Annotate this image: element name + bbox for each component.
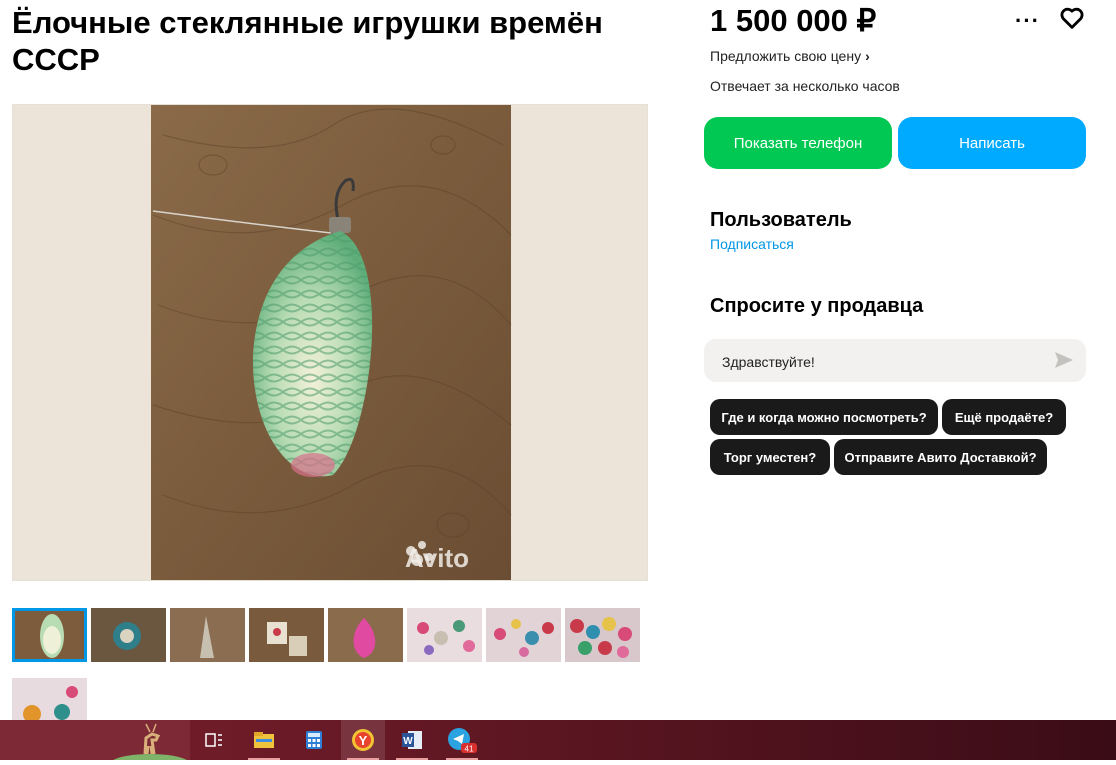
word-icon[interactable]: W — [390, 720, 434, 760]
reply-time: Отвечает за несколько часов — [710, 78, 900, 94]
seller-name[interactable]: Пользователь — [710, 209, 852, 232]
thumbnail-8[interactable] — [565, 608, 640, 662]
thumbnail-5[interactable] — [328, 608, 403, 662]
more-dots-icon[interactable]: ··· — [1015, 8, 1040, 34]
write-message-button[interactable]: Написать — [898, 117, 1086, 169]
quick-question-chip[interactable]: Торг уместен? — [710, 439, 830, 475]
subscribe-link[interactable]: Подписаться — [710, 236, 794, 252]
offer-price-link[interactable]: Предложить свою цену › — [710, 48, 870, 64]
thumbnail-1[interactable] — [12, 608, 87, 662]
price: 1 500 000 ₽ — [710, 3, 877, 38]
ask-seller-heading: Спросите у продавца — [710, 295, 924, 317]
send-icon[interactable] — [1054, 351, 1074, 374]
taskbar-wallpaper — [0, 720, 190, 765]
thumbnail-7[interactable] — [486, 608, 561, 662]
main-photo-image: Avito — [13, 105, 647, 580]
show-phone-button[interactable]: Показать телефон — [704, 117, 892, 169]
telegram-icon[interactable]: 41 — [440, 720, 484, 760]
quick-question-chip[interactable]: Отправите Авито Доставкой? — [834, 439, 1047, 475]
quick-question-chip[interactable]: Ещё продаёте? — [942, 399, 1066, 435]
thumbnail-4[interactable] — [249, 608, 324, 662]
main-photo[interactable]: Avito — [12, 104, 648, 581]
chevron-right-icon: › — [865, 48, 870, 64]
offer-price-label: Предложить свою цену — [710, 48, 862, 64]
message-input[interactable] — [720, 339, 1044, 384]
heart-icon[interactable] — [1058, 4, 1086, 37]
listing-title: Ёлочные стеклянные игрушки времён СССР — [12, 5, 603, 77]
svg-text:W: W — [403, 736, 413, 747]
telegram-badge: 41 — [465, 745, 474, 754]
calculator-icon[interactable] — [292, 720, 336, 760]
thumbnail-6[interactable] — [407, 608, 482, 662]
thumbnail-9[interactable] — [12, 678, 87, 720]
task-view-icon[interactable] — [192, 720, 236, 760]
quick-question-chip[interactable]: Где и когда можно посмотреть? — [710, 399, 938, 435]
taskbar: Y W 41 — [0, 720, 1116, 765]
yandex-browser-icon[interactable]: Y — [341, 720, 385, 760]
file-explorer-icon[interactable] — [242, 720, 286, 760]
svg-text:Y: Y — [359, 733, 368, 748]
thumbnail-3[interactable] — [170, 608, 245, 662]
thumbnail-2[interactable] — [91, 608, 166, 662]
message-box — [704, 339, 1086, 384]
